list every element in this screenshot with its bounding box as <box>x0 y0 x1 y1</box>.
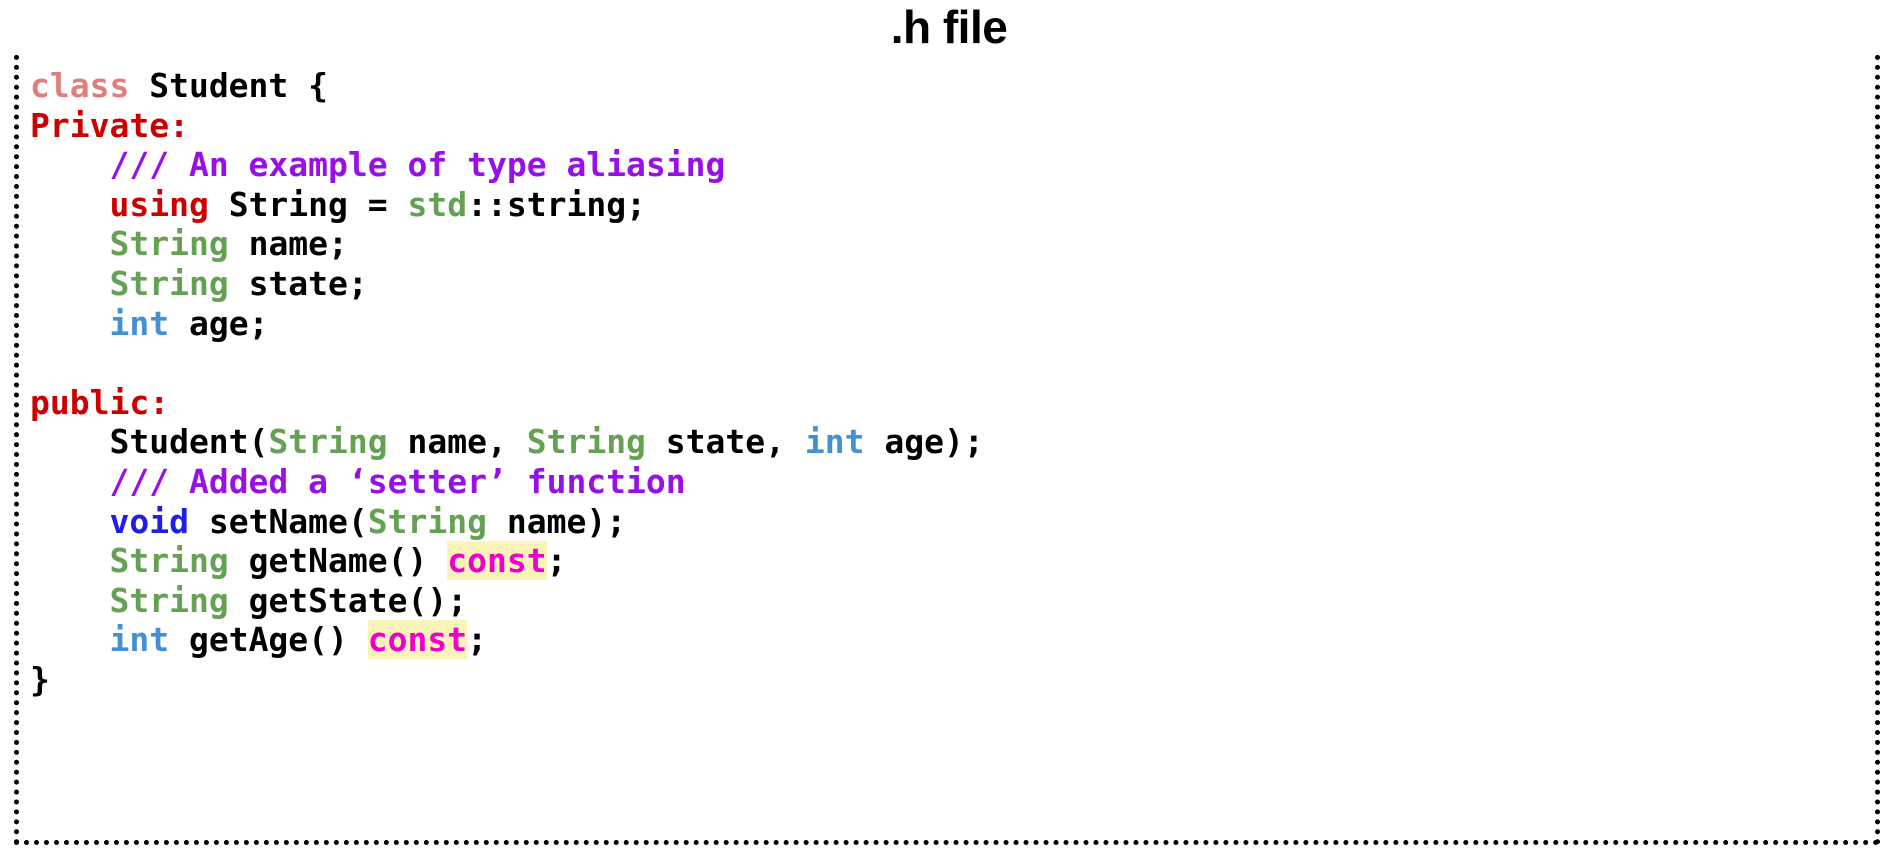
code-token-plain: age); <box>864 422 984 462</box>
code-token-type: std <box>407 184 468 224</box>
code-token-access: Private: <box>30 105 189 145</box>
code-token-plain: getAge() <box>169 620 368 660</box>
code-token-plain: state; <box>228 263 368 303</box>
code-token-plain: age; <box>169 303 269 343</box>
code-token-plain: getName() <box>228 541 448 581</box>
line-class-student: class Student { <box>30 66 1870 106</box>
code-token-plain: ::string; <box>467 184 646 224</box>
line-using-string: using String = std::string; <box>30 185 1870 225</box>
code-token-type: String <box>109 580 229 620</box>
code-token-builtin: int <box>804 422 865 462</box>
code-token-type: String <box>526 422 646 462</box>
code-token-plain: ; <box>546 541 567 581</box>
code-token-type: String <box>109 263 229 303</box>
line-field-state: String state; <box>30 264 1870 304</box>
page-title-text: .h file <box>884 2 1014 52</box>
code-token-const: const <box>447 541 547 581</box>
line-constructor: Student(String name, String state, int a… <box>30 422 1870 462</box>
code-token-access: public: <box>30 382 170 422</box>
code-token-comment: /// Added a ‘setter’ function <box>109 461 686 501</box>
line-public-label: public: <box>30 383 1870 423</box>
line-close-brace: } <box>30 660 1870 700</box>
line-comment-setter: /// Added a ‘setter’ function <box>30 462 1870 502</box>
page-title: .h file <box>0 2 1898 52</box>
code-token-plain: name); <box>487 501 627 541</box>
code-token-builtin: int <box>109 620 170 660</box>
code-token-plain: name; <box>228 224 348 264</box>
code-token-plain: Student( <box>30 422 269 462</box>
code-token-comment: /// An example of type aliasing <box>109 145 726 185</box>
code-token-builtin: int <box>109 303 170 343</box>
code-token-plain: state, <box>645 422 805 462</box>
code-listing: class Student {Private: /// An example o… <box>30 66 1870 700</box>
line-getage: int getAge() const; <box>30 620 1870 660</box>
line-comment-alias: /// An example of type aliasing <box>30 145 1870 185</box>
code-token-plain: } <box>30 659 50 699</box>
code-token-void: void <box>109 501 189 541</box>
code-token-plain: name, <box>387 422 527 462</box>
code-token-plain: setName( <box>188 501 368 541</box>
code-token-plain: ; <box>467 620 487 660</box>
line-private-label: Private: <box>30 106 1870 146</box>
line-field-name: String name; <box>30 224 1870 264</box>
code-token-type: String <box>268 422 388 462</box>
code-token-class-kw: class <box>30 66 130 105</box>
code-token-plain: Student { <box>129 66 329 105</box>
code-token-plain: getState(); <box>228 580 468 620</box>
line-setname: void setName(String name); <box>30 502 1870 542</box>
line-field-age: int age; <box>30 304 1870 344</box>
line-getname: String getName() const; <box>30 541 1870 581</box>
code-token-type: String <box>109 541 229 581</box>
line-getstate: String getState(); <box>30 581 1870 621</box>
slide-canvas: .h file class Student {Private: /// An e… <box>0 0 1898 864</box>
code-token-type: String <box>109 224 229 264</box>
code-token-keyword: using <box>109 184 209 224</box>
code-token-type: String <box>367 501 487 541</box>
code-token-const: const <box>367 620 468 660</box>
code-token-plain: String = <box>208 184 408 224</box>
line-blank-1 <box>30 343 1870 383</box>
